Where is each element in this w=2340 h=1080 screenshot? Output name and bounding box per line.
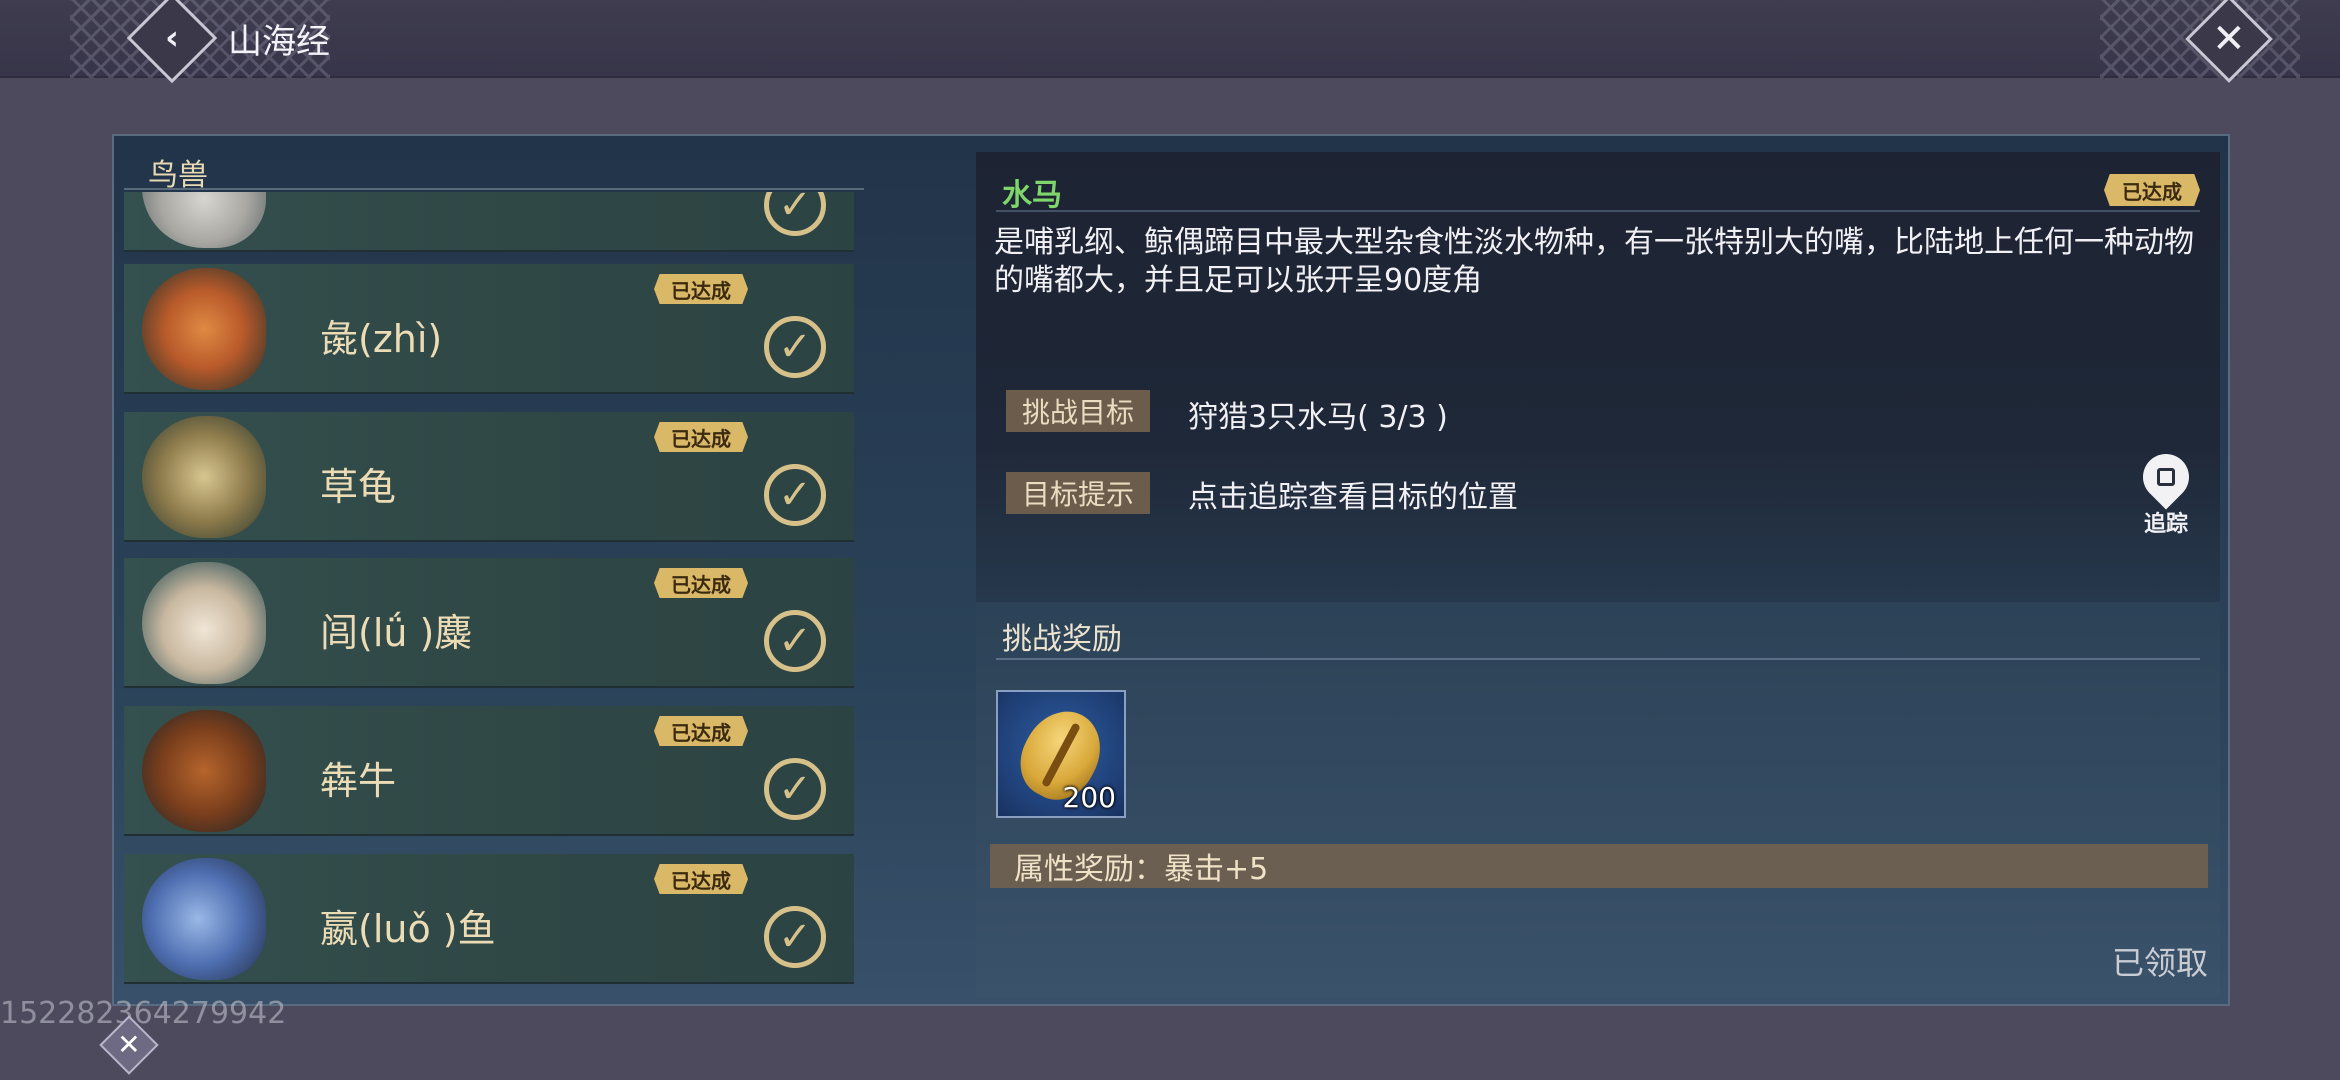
creature-name: 草龟 (320, 465, 397, 509)
reward-item-quantity: 200 (1062, 781, 1116, 814)
creature-portrait (142, 562, 266, 684)
check-icon: ✓ (764, 464, 826, 526)
page-title: 山海经 (228, 22, 330, 62)
check-icon: ✓ (764, 316, 826, 378)
status-badge: 已达成 (654, 274, 748, 304)
creature-list[interactable]: ✓ 彘(zhì) 已达成 ✓ 草龟 已达成 ✓ 闾(lǘ )麋 已达成 ✓ 犇牛… (124, 192, 854, 1000)
creature-name: 彘(zhì) (320, 317, 443, 361)
status-badge: 已达成 (654, 716, 748, 746)
creature-name: 犇牛 (320, 759, 397, 803)
challenge-goal-value: 狩猎3只水马( 3/3 ) (1188, 400, 1448, 435)
top-bar: ‹ 山海经 ✕ (0, 0, 2340, 84)
category-header: 鸟兽 (124, 142, 864, 193)
goal-hint-label: 目标提示 (1006, 472, 1150, 514)
creature-card[interactable]: 彘(zhì) 已达成 ✓ (124, 264, 854, 394)
check-icon: ✓ (764, 610, 826, 672)
detail-divider (996, 210, 2200, 212)
user-id-watermark: 152282364279942 (0, 996, 287, 1031)
status-badge: 已达成 (654, 568, 748, 598)
creature-card[interactable]: 嬴(luǒ )鱼 已达成 ✓ (124, 854, 854, 984)
creature-card[interactable]: 闾(lǘ )麋 已达成 ✓ (124, 558, 854, 688)
creature-card[interactable]: 犇牛 已达成 ✓ (124, 706, 854, 836)
creature-description: 是哺乳纲、鲸偶蹄目中最大型杂食性淡水物种，有一张特别大的嘴，比陆地上任何一种动物… (994, 225, 2194, 298)
creature-portrait (142, 858, 266, 980)
creature-portrait (142, 268, 266, 390)
cross-icon: ✕ (117, 1028, 141, 1061)
detail-status-badge: 已达成 (2104, 174, 2200, 206)
attribute-reward: 属性奖励：暴击+5 (990, 844, 2208, 888)
creature-card[interactable]: ✓ (124, 192, 854, 252)
reward-item-slot[interactable]: 200 (996, 690, 1126, 818)
location-pin-icon (2133, 444, 2199, 510)
check-icon: ✓ (764, 192, 826, 236)
claimed-status: 已领取 (2111, 944, 2208, 982)
check-icon: ✓ (764, 758, 826, 820)
creature-portrait (142, 710, 266, 832)
creature-card[interactable]: 草龟 已达成 ✓ (124, 412, 854, 542)
status-badge: 已达成 (654, 864, 748, 894)
track-label: 追踪 (2143, 512, 2188, 537)
challenge-goal-label: 挑战目标 (1006, 390, 1150, 432)
creature-portrait (142, 416, 266, 538)
close-icon: ✕ (2212, 15, 2246, 62)
chevron-left-icon: ‹ (164, 17, 180, 58)
creature-name: 闾(lǘ )麋 (320, 611, 473, 655)
status-badge: 已达成 (654, 422, 748, 452)
reward-title: 挑战奖励 (1002, 622, 1122, 657)
reward-panel: 挑战奖励 200 属性奖励：暴击+5 已领取 (976, 602, 2220, 998)
creature-detail-panel: 水马 已达成 是哺乳纲、鲸偶蹄目中最大型杂食性淡水物种，有一张特别大的嘴，比陆地… (976, 152, 2220, 602)
creature-portrait (142, 192, 266, 248)
track-button[interactable]: 追踪 (2133, 444, 2199, 538)
check-icon: ✓ (764, 906, 826, 968)
goal-hint-value: 点击追踪查看目标的位置 (1188, 480, 1518, 515)
creature-name: 嬴(luǒ )鱼 (320, 907, 496, 951)
detail-creature-name: 水马 (1002, 178, 1062, 213)
bestiary-frame: 鸟兽 ✓ 彘(zhì) 已达成 ✓ 草龟 已达成 ✓ 闾(lǘ )麋 已达成 ✓ (112, 134, 2230, 1006)
category-title: 鸟兽 (148, 158, 208, 193)
reward-divider (996, 658, 2200, 660)
